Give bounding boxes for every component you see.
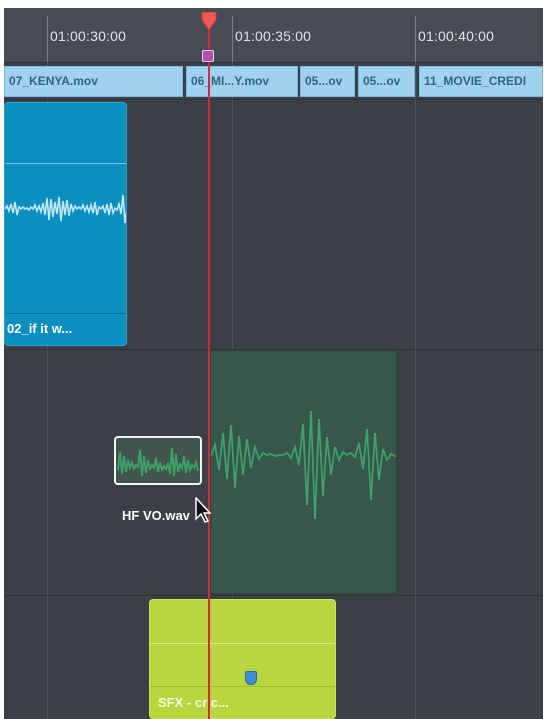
audio-volume-line [5, 163, 126, 164]
waveform-icon [211, 410, 396, 520]
drag-thumbnail-clip[interactable] [114, 436, 202, 485]
drag-thumbnail-label: HF VO.wav [122, 508, 190, 523]
audio-clip-green[interactable] [210, 350, 397, 594]
playhead-line[interactable] [208, 28, 210, 719]
timecode-label-1: 01:00:30:00 [50, 28, 127, 44]
flag-icon[interactable] [202, 50, 214, 62]
timeline-panel[interactable]: 01:00:30:00 01:00:35:00 01:00:40:00 07_K… [4, 8, 543, 719]
playhead-icon[interactable] [200, 12, 218, 32]
waveform-icon [117, 447, 199, 477]
page: 01:00:30:00 01:00:35:00 01:00:40:00 07_K… [0, 0, 547, 719]
timecode-tick [47, 16, 48, 62]
clip-divider [5, 313, 126, 314]
video-clip-kenya[interactable]: 07_KENYA.mov [4, 66, 183, 97]
audio-clip-sfx[interactable]: SFX - cric... [149, 599, 336, 719]
video-clip-05-b[interactable]: 05...ov [358, 66, 415, 97]
audio-volume-line [150, 643, 335, 644]
marker-icon[interactable] [245, 671, 257, 685]
timecode-tick [415, 16, 416, 62]
timecode-ruler[interactable]: 01:00:30:00 01:00:35:00 01:00:40:00 [4, 8, 543, 63]
cursor-icon [195, 497, 211, 523]
clip-divider [150, 686, 335, 687]
video-clip-05-a[interactable]: 05...ov [300, 66, 355, 97]
timecode-label-3: 01:00:40:00 [418, 28, 495, 44]
track-separator [4, 99, 543, 100]
timecode-tick [232, 16, 233, 62]
timecode-label-2: 01:00:35:00 [235, 28, 312, 44]
audio-clip-sfx-label: SFX - cric... [158, 695, 229, 710]
audio-clip-blue-label: 02_if it w... [7, 321, 73, 336]
video-clip-mix[interactable]: 06_MI...Y.mov [186, 66, 298, 97]
track-separator [4, 595, 543, 596]
video-clip-movie-credits[interactable]: 11_MOVIE_CREDI [419, 66, 543, 97]
grid-line [415, 62, 416, 719]
audio-clip-blue[interactable]: 02_if it w... [4, 102, 127, 346]
waveform-icon [5, 194, 126, 224]
